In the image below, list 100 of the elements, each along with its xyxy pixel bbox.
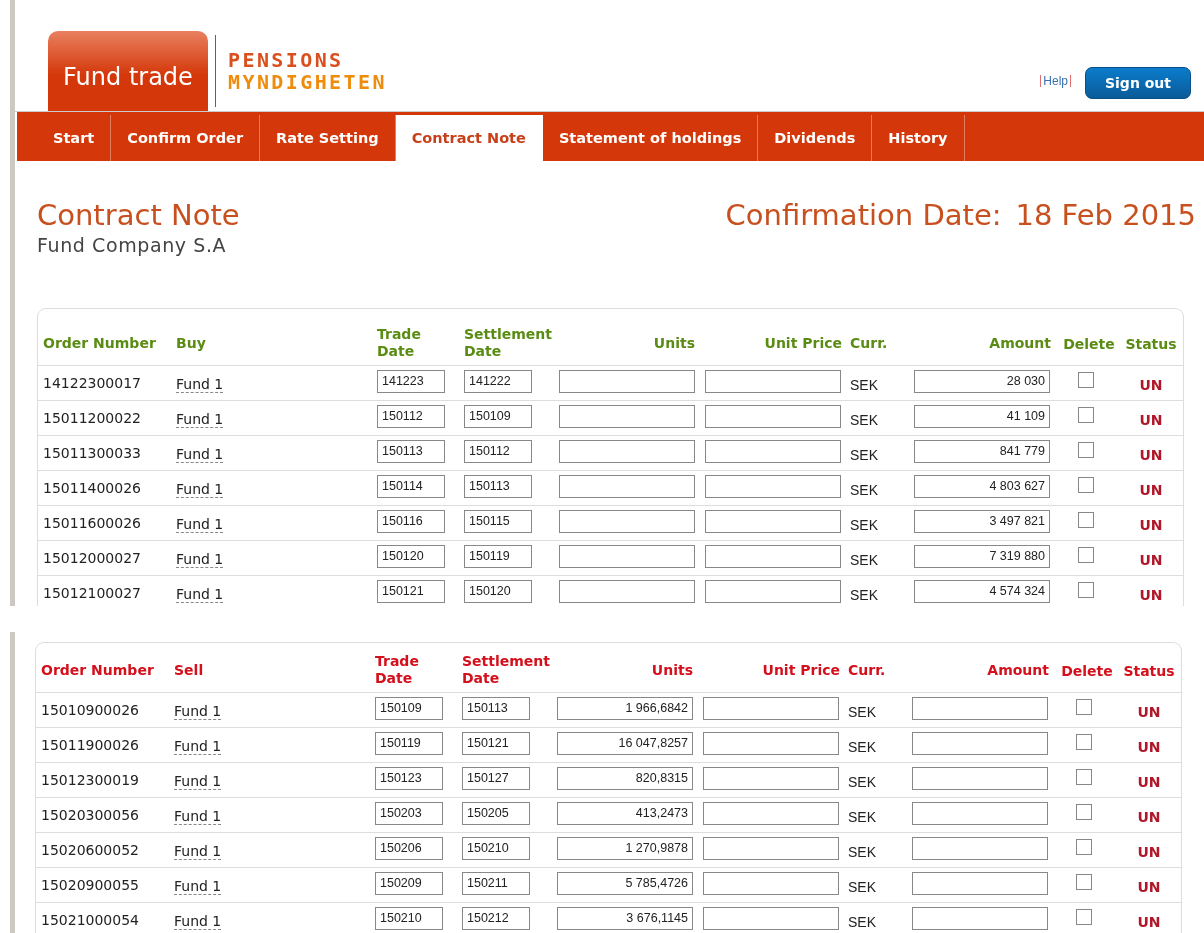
delete-checkbox[interactable]: [1078, 547, 1094, 563]
trade-date-field[interactable]: 150206: [375, 836, 443, 860]
fund-link[interactable]: Fund 1: [174, 737, 222, 755]
trade-date-field[interactable]: 150209: [375, 871, 443, 895]
delete-checkbox[interactable]: [1076, 839, 1092, 855]
amount-field[interactable]: 3 497 821: [914, 509, 1050, 533]
units-field[interactable]: [559, 544, 695, 568]
units-field[interactable]: [559, 404, 695, 428]
nav-tab[interactable]: Start: [37, 115, 112, 161]
trade-date-field[interactable]: 150109: [375, 696, 443, 720]
unit-price-field[interactable]: [705, 579, 841, 603]
settlement-date-field[interactable]: 150212: [462, 906, 530, 930]
fund-link[interactable]: Fund 1: [174, 807, 222, 825]
amount-field[interactable]: [912, 766, 1048, 790]
trade-date-field[interactable]: 150119: [375, 731, 443, 755]
units-field[interactable]: [559, 509, 695, 533]
amount-field[interactable]: 4 803 627: [914, 474, 1050, 498]
fund-link[interactable]: Fund 1: [174, 842, 222, 860]
delete-checkbox[interactable]: [1076, 699, 1092, 715]
units-field[interactable]: 1 966,6842: [557, 696, 693, 720]
unit-price-field[interactable]: [705, 544, 841, 568]
units-field[interactable]: 3 676,1145: [557, 906, 693, 930]
fund-link[interactable]: Fund 1: [176, 410, 224, 428]
amount-field[interactable]: 41 109: [914, 404, 1050, 428]
unit-price-field[interactable]: [703, 731, 839, 755]
settlement-date-field[interactable]: 150115: [464, 509, 532, 533]
settlement-date-field[interactable]: 150113: [462, 696, 530, 720]
fund-link[interactable]: Fund 1: [174, 877, 222, 895]
nav-tab[interactable]: Statement of holdings: [542, 115, 759, 161]
unit-price-field[interactable]: [703, 836, 839, 860]
units-field[interactable]: [559, 474, 695, 498]
nav-tab[interactable]: History: [872, 115, 965, 161]
fund-link[interactable]: Fund 1: [176, 445, 224, 463]
delete-checkbox[interactable]: [1076, 804, 1092, 820]
unit-price-field[interactable]: [705, 369, 841, 393]
units-field[interactable]: 16 047,8257: [557, 731, 693, 755]
trade-date-field[interactable]: 141223: [377, 369, 445, 393]
amount-field[interactable]: 4 574 324: [914, 579, 1050, 603]
help-link[interactable]: Help: [1040, 75, 1071, 87]
trade-date-field[interactable]: 150120: [377, 544, 445, 568]
fund-link[interactable]: Fund 1: [176, 515, 224, 533]
amount-field[interactable]: [912, 836, 1048, 860]
settlement-date-field[interactable]: 150211: [462, 871, 530, 895]
amount-field[interactable]: 7 319 880: [914, 544, 1050, 568]
settlement-date-field[interactable]: 150113: [464, 474, 532, 498]
units-field[interactable]: [559, 369, 695, 393]
trade-date-field[interactable]: 150210: [375, 906, 443, 930]
delete-checkbox[interactable]: [1078, 442, 1094, 458]
units-field[interactable]: [559, 579, 695, 603]
nav-tab[interactable]: Rate Setting: [260, 115, 396, 161]
delete-checkbox[interactable]: [1076, 769, 1092, 785]
units-field[interactable]: 820,8315: [557, 766, 693, 790]
fund-link[interactable]: Fund 1: [176, 550, 224, 568]
unit-price-field[interactable]: [703, 696, 839, 720]
fund-link[interactable]: Fund 1: [176, 480, 224, 498]
settlement-date-field[interactable]: 150210: [462, 836, 530, 860]
delete-checkbox[interactable]: [1076, 909, 1092, 925]
units-field[interactable]: 1 270,9878: [557, 836, 693, 860]
unit-price-field[interactable]: [703, 801, 839, 825]
units-field[interactable]: 413,2473: [557, 801, 693, 825]
trade-date-field[interactable]: 150123: [375, 766, 443, 790]
unit-price-field[interactable]: [703, 871, 839, 895]
settlement-date-field[interactable]: 150121: [462, 731, 530, 755]
trade-date-field[interactable]: 150113: [377, 439, 445, 463]
units-field[interactable]: [559, 439, 695, 463]
delete-checkbox[interactable]: [1078, 407, 1094, 423]
trade-date-field[interactable]: 150121: [377, 579, 445, 603]
amount-field[interactable]: [912, 801, 1048, 825]
settlement-date-field[interactable]: 141222: [464, 369, 532, 393]
trade-date-field[interactable]: 150203: [375, 801, 443, 825]
fund-link[interactable]: Fund 1: [174, 702, 222, 720]
nav-tab[interactable]: Confirm Order: [111, 115, 261, 161]
delete-checkbox[interactable]: [1078, 477, 1094, 493]
unit-price-field[interactable]: [705, 404, 841, 428]
unit-price-field[interactable]: [705, 509, 841, 533]
unit-price-field[interactable]: [703, 766, 839, 790]
units-field[interactable]: 5 785,4726: [557, 871, 693, 895]
unit-price-field[interactable]: [705, 439, 841, 463]
unit-price-field[interactable]: [705, 474, 841, 498]
nav-tab[interactable]: Dividends: [758, 115, 873, 161]
settlement-date-field[interactable]: 150112: [464, 439, 532, 463]
fund-link[interactable]: Fund 1: [174, 772, 222, 790]
amount-field[interactable]: [912, 871, 1048, 895]
settlement-date-field[interactable]: 150205: [462, 801, 530, 825]
amount-field[interactable]: 841 779: [914, 439, 1050, 463]
settlement-date-field[interactable]: 150119: [464, 544, 532, 568]
settlement-date-field[interactable]: 150127: [462, 766, 530, 790]
delete-checkbox[interactable]: [1078, 372, 1094, 388]
delete-checkbox[interactable]: [1076, 874, 1092, 890]
amount-field[interactable]: [912, 906, 1048, 930]
sign-out-button[interactable]: Sign out: [1085, 67, 1191, 99]
amount-field[interactable]: [912, 696, 1048, 720]
amount-field[interactable]: 28 030: [914, 369, 1050, 393]
nav-tab[interactable]: Contract Note: [395, 115, 543, 161]
fund-link[interactable]: Fund 1: [176, 375, 224, 393]
trade-date-field[interactable]: 150112: [377, 404, 445, 428]
delete-checkbox[interactable]: [1078, 582, 1094, 598]
settlement-date-field[interactable]: 150109: [464, 404, 532, 428]
fund-link[interactable]: Fund 1: [174, 912, 222, 930]
amount-field[interactable]: [912, 731, 1048, 755]
